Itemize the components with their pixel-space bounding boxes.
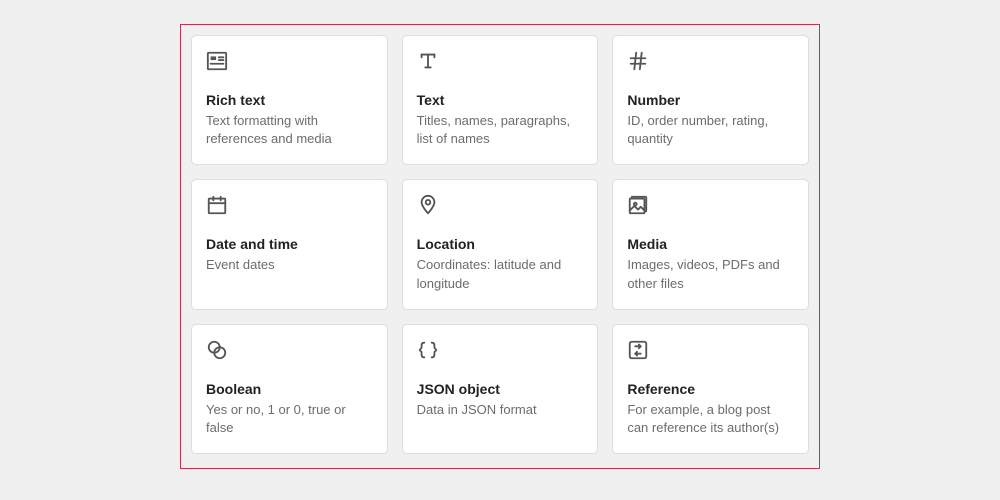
field-type-reference[interactable]: Reference For example, a blog post can r… bbox=[612, 324, 809, 454]
number-icon bbox=[627, 50, 794, 78]
calendar-icon bbox=[206, 194, 373, 222]
boolean-icon bbox=[206, 339, 373, 367]
card-desc: Event dates bbox=[206, 256, 373, 274]
field-type-json[interactable]: JSON object Data in JSON format bbox=[402, 324, 599, 454]
card-title: Reference bbox=[627, 381, 794, 397]
card-desc: Titles, names, paragraphs, list of names bbox=[417, 112, 584, 148]
braces-icon bbox=[417, 339, 584, 367]
field-type-grid: Rich text Text formatting with reference… bbox=[191, 35, 809, 454]
card-desc: ID, order number, rating, quantity bbox=[627, 112, 794, 148]
field-type-boolean[interactable]: Boolean Yes or no, 1 or 0, true or false bbox=[191, 324, 388, 454]
field-type-richtext[interactable]: Rich text Text formatting with reference… bbox=[191, 35, 388, 165]
card-title: Boolean bbox=[206, 381, 373, 397]
card-desc: Yes or no, 1 or 0, true or false bbox=[206, 401, 373, 437]
card-title: Text bbox=[417, 92, 584, 108]
card-title: Location bbox=[417, 236, 584, 252]
field-type-location[interactable]: Location Coordinates: latitude and longi… bbox=[402, 179, 599, 309]
field-type-selector: Rich text Text formatting with reference… bbox=[180, 24, 820, 469]
text-icon bbox=[417, 50, 584, 78]
card-desc: For example, a blog post can reference i… bbox=[627, 401, 794, 437]
card-title: Number bbox=[627, 92, 794, 108]
card-title: Date and time bbox=[206, 236, 373, 252]
card-desc: Data in JSON format bbox=[417, 401, 584, 419]
field-type-datetime[interactable]: Date and time Event dates bbox=[191, 179, 388, 309]
field-type-text[interactable]: Text Titles, names, paragraphs, list of … bbox=[402, 35, 599, 165]
card-desc: Images, videos, PDFs and other files bbox=[627, 256, 794, 292]
card-title: Rich text bbox=[206, 92, 373, 108]
card-title: JSON object bbox=[417, 381, 584, 397]
reference-icon bbox=[627, 339, 794, 367]
richtext-icon bbox=[206, 50, 373, 78]
card-desc: Text formatting with references and medi… bbox=[206, 112, 373, 148]
field-type-number[interactable]: Number ID, order number, rating, quantit… bbox=[612, 35, 809, 165]
card-desc: Coordinates: latitude and longitude bbox=[417, 256, 584, 292]
field-type-media[interactable]: Media Images, videos, PDFs and other fil… bbox=[612, 179, 809, 309]
card-title: Media bbox=[627, 236, 794, 252]
location-pin-icon bbox=[417, 194, 584, 222]
media-icon bbox=[627, 194, 794, 222]
